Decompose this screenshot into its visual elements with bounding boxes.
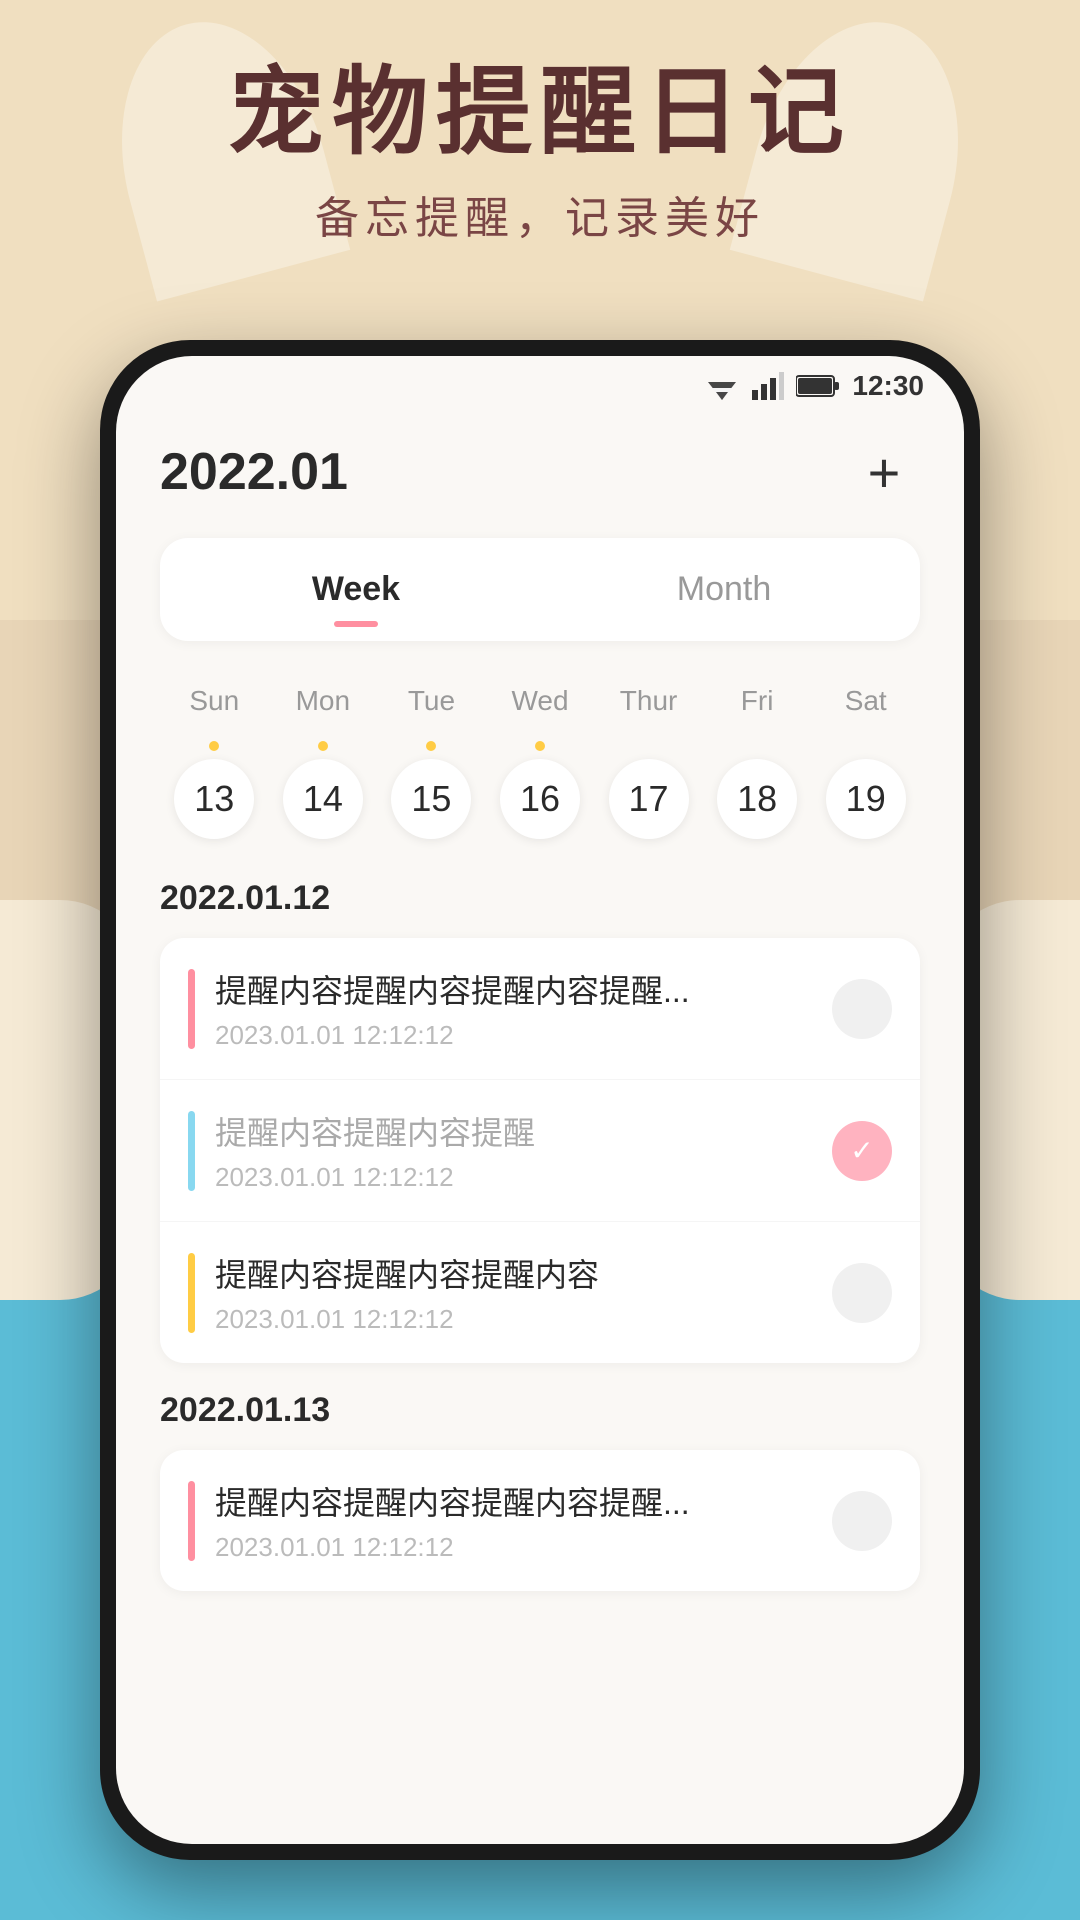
app-content: 2022.01 + Week Month Sun Mon Tue Wed Thu… [116,416,964,1844]
status-bar-right: 12:30 [704,370,924,402]
day-dot-13 [209,741,219,751]
tab-switcher: Week Month [160,538,920,641]
event-time-4: 2023.01.01 12:12:12 [215,1532,812,1563]
checkmark-icon: ✓ [850,1134,873,1167]
event-title-3: 提醒内容提醒内容提醒内容 [215,1250,812,1296]
tab-week[interactable]: Week [172,550,540,629]
day-cell-16[interactable]: 16 [486,741,595,839]
day-dot-16 [535,741,545,751]
section-20220113: 2022.01.13 提醒内容提醒内容提醒内容提醒... 2023.01.01 … [160,1391,920,1591]
event-check-4[interactable] [832,1491,892,1551]
events-list-2: 提醒内容提醒内容提醒内容提醒... 2023.01.01 12:12:12 [160,1450,920,1591]
day-cell-18[interactable]: 18 [703,741,812,839]
day-circle-16: 16 [500,759,580,839]
day-circle-15: 15 [391,759,471,839]
event-check-1[interactable] [832,979,892,1039]
event-content-4: 提醒内容提醒内容提醒内容提醒... 2023.01.01 12:12:12 [215,1478,812,1563]
event-bar-pink-2 [188,1481,195,1561]
day-label-thur: Thur [594,677,703,725]
event-bar-blue [188,1111,195,1191]
event-check-2[interactable]: ✓ [832,1121,892,1181]
event-bar-yellow [188,1253,195,1333]
section-date-1: 2022.01.12 [160,879,920,918]
event-content-1: 提醒内容提醒内容提醒内容提醒... 2023.01.01 12:12:12 [215,966,812,1051]
week-days-header: Sun Mon Tue Wed Thur Fri Sat [160,677,920,725]
event-item-2[interactable]: 提醒内容提醒内容提醒 2023.01.01 12:12:12 ✓ [160,1080,920,1222]
day-label-wed: Wed [486,677,595,725]
phone-screen: 12:30 2022.01 + Week Month Sun [116,356,964,1844]
app-subtitle: 备忘提醒，记录美好 [0,182,1080,246]
battery-icon [796,374,840,398]
event-content-3: 提醒内容提醒内容提醒内容 2023.01.01 12:12:12 [215,1250,812,1335]
current-date: 2022.01 [160,442,348,502]
app-title: 宠物提醒日记 [0,60,1080,166]
event-item-4[interactable]: 提醒内容提醒内容提醒内容提醒... 2023.01.01 12:12:12 [160,1450,920,1591]
day-cell-19[interactable]: 19 [811,741,920,839]
event-item[interactable]: 提醒内容提醒内容提醒内容提醒... 2023.01.01 12:12:12 [160,938,920,1080]
section-date-2: 2022.01.13 [160,1391,920,1430]
status-time: 12:30 [852,370,924,402]
event-item-3[interactable]: 提醒内容提醒内容提醒内容 2023.01.01 12:12:12 [160,1222,920,1363]
day-cell-13[interactable]: 13 [160,741,269,839]
day-circle-19: 19 [826,759,906,839]
add-button[interactable]: + [848,436,920,508]
day-label-tue: Tue [377,677,486,725]
day-label-fri: Fri [703,677,812,725]
event-check-3[interactable] [832,1263,892,1323]
app-header: 2022.01 + [160,436,920,508]
day-circle-14: 14 [283,759,363,839]
event-title-4: 提醒内容提醒内容提醒内容提醒... [215,1478,812,1524]
day-label-sat: Sat [811,677,920,725]
event-time-2: 2023.01.01 12:12:12 [215,1162,812,1193]
day-cell-17[interactable]: 17 [594,741,703,839]
day-cell-14[interactable]: 14 [269,741,378,839]
day-cell-15[interactable]: 15 [377,741,486,839]
week-days-row: 13 14 15 16 17 [160,741,920,839]
day-label-sun: Sun [160,677,269,725]
event-title-1: 提醒内容提醒内容提醒内容提醒... [215,966,812,1012]
event-time-3: 2023.01.01 12:12:12 [215,1304,812,1335]
events-list-1: 提醒内容提醒内容提醒内容提醒... 2023.01.01 12:12:12 提醒… [160,938,920,1363]
day-dot-14 [318,741,328,751]
app-title-area: 宠物提醒日记 备忘提醒，记录美好 [0,60,1080,246]
day-dot-15 [426,741,436,751]
signal-icon [752,372,784,400]
day-circle-17: 17 [609,759,689,839]
wifi-icon [704,372,740,400]
event-time-1: 2023.01.01 12:12:12 [215,1020,812,1051]
section-20220112: 2022.01.12 提醒内容提醒内容提醒内容提醒... 2023.01.01 … [160,879,920,1363]
event-content-2: 提醒内容提醒内容提醒 2023.01.01 12:12:12 [215,1108,812,1193]
event-title-2: 提醒内容提醒内容提醒 [215,1108,812,1154]
event-bar-pink [188,969,195,1049]
tab-month[interactable]: Month [540,550,908,629]
day-circle-13: 13 [174,759,254,839]
phone-frame: 12:30 2022.01 + Week Month Sun [100,340,980,1860]
status-bar: 12:30 [116,356,964,416]
day-label-mon: Mon [269,677,378,725]
day-circle-18: 18 [717,759,797,839]
